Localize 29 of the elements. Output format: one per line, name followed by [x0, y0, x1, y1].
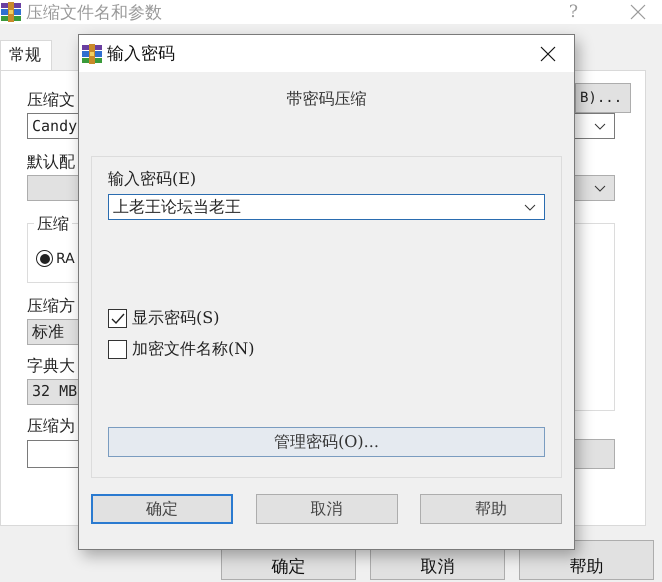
tab[interactable]: 常规	[0, 40, 52, 70]
chevron-icon	[594, 184, 606, 192]
field-label: 压缩方	[27, 297, 75, 315]
dialog-heading: 带密码压缩	[286, 89, 366, 110]
chevron-icon	[524, 204, 536, 210]
field-label: 默认配	[27, 153, 75, 171]
dialog-button[interactable]: 取消	[256, 494, 398, 524]
dialog-button[interactable]: 帮助	[519, 540, 654, 580]
manage-passwords-button[interactable]: 管理密码(O)...	[108, 427, 545, 457]
field-label: 压缩文	[27, 91, 75, 109]
window-title: 压缩文件名和参数	[26, 2, 162, 24]
radio-button[interactable]	[36, 250, 53, 267]
chevron-icon	[594, 122, 606, 130]
dialog-title: 输入密码	[107, 43, 175, 65]
dialog-button[interactable]: 确定	[91, 494, 233, 524]
field-label: 字典大	[27, 357, 75, 375]
field-label: 压缩为	[27, 417, 75, 435]
field-label: 输入密码(E)	[108, 169, 198, 190]
checkbox-label: 加密文件名称(N)	[132, 339, 254, 360]
close-icon[interactable]	[540, 46, 556, 62]
archive-icon	[81, 44, 103, 64]
browse-button[interactable]: B)...	[575, 83, 631, 113]
radio-label: RA	[56, 250, 75, 266]
checkbox-label: 显示密码(S)	[132, 308, 220, 329]
archive-icon	[0, 2, 22, 22]
dialog-button[interactable]: 帮助	[420, 494, 562, 524]
checkbox[interactable]	[108, 340, 127, 359]
password-field[interactable]: 上老王论坛当老王	[108, 194, 545, 220]
checkbox[interactable]	[108, 309, 127, 328]
